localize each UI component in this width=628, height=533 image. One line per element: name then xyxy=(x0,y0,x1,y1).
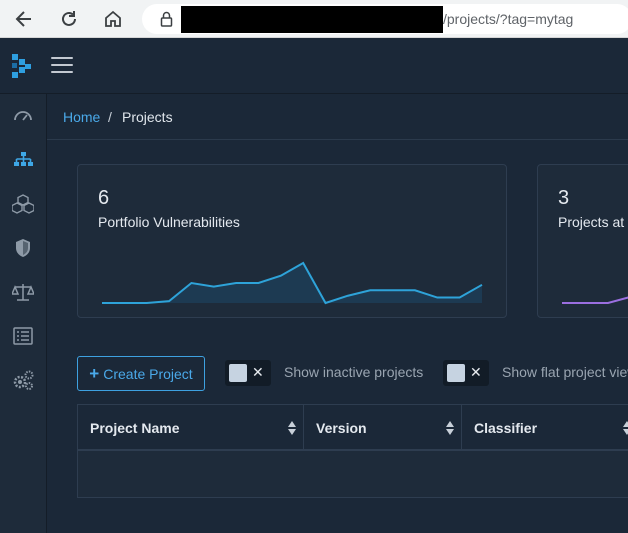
sort-icon xyxy=(288,421,296,435)
shield-icon xyxy=(16,239,30,257)
breadcrumb-home-link[interactable]: Home xyxy=(63,109,100,125)
sidebar-item-dashboard[interactable] xyxy=(0,94,46,138)
breadcrumb: Home / Projects xyxy=(47,94,628,140)
card-value: 6 xyxy=(98,187,110,209)
sidebar-item-licenses[interactable] xyxy=(0,270,46,314)
table-header: Project Name Version Classifier xyxy=(78,405,628,451)
column-classifier[interactable]: Classifier xyxy=(462,405,628,451)
sort-icon xyxy=(446,421,454,435)
projects-table: Project Name Version Classifier xyxy=(77,404,628,498)
cubes-icon xyxy=(12,194,34,214)
column-label: Classifier xyxy=(474,420,538,436)
sort-icon xyxy=(623,421,628,435)
sparkline-line xyxy=(562,296,628,304)
card-label: Portfolio Vulnerabilities xyxy=(98,214,240,230)
url-text: /projects/?tag=mytag xyxy=(443,11,574,27)
vulnerabilities-sparkline xyxy=(102,261,483,305)
cogs-icon xyxy=(13,370,34,390)
lock-icon xyxy=(160,11,173,27)
sidebar-item-policies[interactable] xyxy=(0,314,46,358)
close-icon: ✕ xyxy=(252,364,264,380)
sidebar xyxy=(0,94,47,533)
home-icon xyxy=(105,10,121,27)
app-header xyxy=(0,38,628,94)
hamburger-line xyxy=(51,71,73,73)
show-flat-view-label: Show flat project view xyxy=(502,364,628,380)
hamburger-line xyxy=(51,64,73,66)
projects-at-risk-card: 3 Projects at Risk xyxy=(537,164,628,318)
sidebar-item-vulnerabilities[interactable] xyxy=(0,226,46,270)
sitemap-icon xyxy=(14,152,33,166)
redacted-url xyxy=(181,6,443,33)
toggle-knob xyxy=(447,364,465,382)
menu-toggle-button[interactable] xyxy=(51,57,73,75)
column-label: Version xyxy=(316,420,367,436)
breadcrumb-current: Projects xyxy=(122,109,173,125)
sidebar-item-projects[interactable] xyxy=(0,138,46,182)
show-flat-view-toggle[interactable]: ✕ xyxy=(443,360,489,386)
speedometer-icon xyxy=(14,111,32,121)
toggle-knob xyxy=(229,364,247,382)
home-button[interactable] xyxy=(100,6,126,32)
sidebar-item-administration[interactable] xyxy=(0,358,46,402)
sidebar-item-components[interactable] xyxy=(0,182,46,226)
balance-scale-icon xyxy=(12,284,34,301)
card-label: Projects at Risk xyxy=(558,214,628,230)
back-arrow-icon xyxy=(15,11,31,27)
reload-icon xyxy=(62,11,76,26)
close-icon: ✕ xyxy=(470,364,482,380)
show-inactive-toggle[interactable]: ✕ xyxy=(225,360,271,386)
column-label: Project Name xyxy=(90,420,180,436)
create-project-label: Create Project xyxy=(103,365,193,382)
projects-at-risk-sparkline xyxy=(562,296,628,304)
reload-button[interactable] xyxy=(56,6,82,32)
column-version[interactable]: Version xyxy=(304,405,462,451)
back-button[interactable] xyxy=(11,6,37,32)
column-project-name[interactable]: Project Name xyxy=(78,405,304,451)
breadcrumb-separator: / xyxy=(108,109,112,125)
list-alt-icon xyxy=(13,327,33,345)
hamburger-line xyxy=(51,57,73,59)
main-content: 6 Portfolio Vulnerabilities 3 Projects a… xyxy=(47,140,628,533)
app-logo-icon[interactable] xyxy=(10,53,32,79)
browser-toolbar: /projects/?tag=mytag xyxy=(0,0,628,38)
card-value: 3 xyxy=(558,187,570,209)
portfolio-vulnerabilities-card: 6 Portfolio Vulnerabilities xyxy=(77,164,507,318)
plus-icon: + xyxy=(89,363,100,383)
create-project-button[interactable]: + Create Project xyxy=(77,356,205,391)
show-inactive-label: Show inactive projects xyxy=(284,364,424,380)
